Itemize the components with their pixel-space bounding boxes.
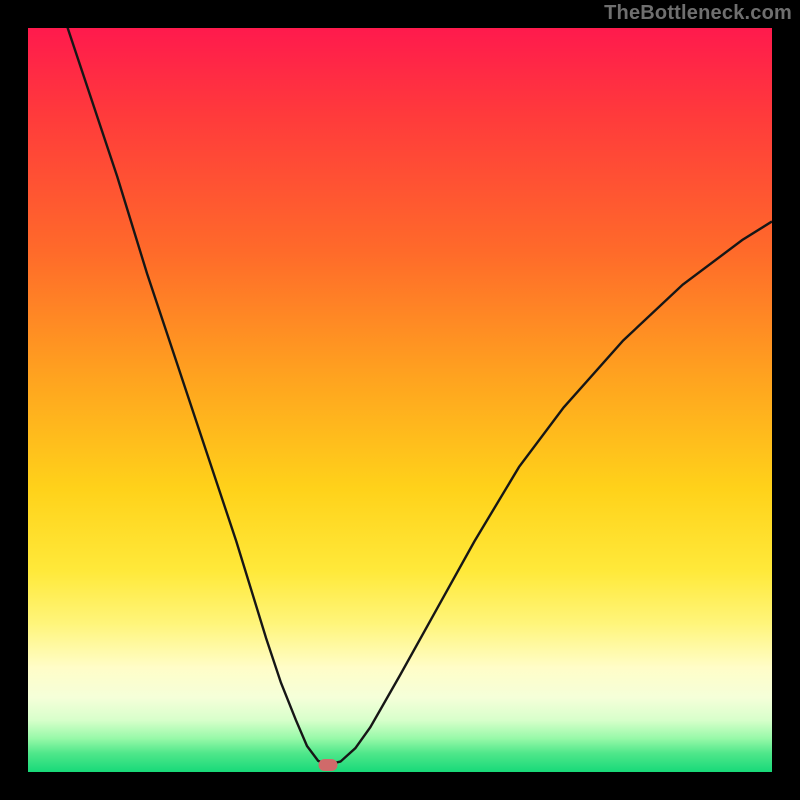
curve-path [28, 28, 772, 765]
watermark-text: TheBottleneck.com [604, 2, 792, 25]
plot-area [28, 28, 772, 772]
optimum-marker [318, 759, 337, 771]
chart-frame: TheBottleneck.com [0, 0, 800, 800]
bottleneck-curve [28, 28, 772, 772]
